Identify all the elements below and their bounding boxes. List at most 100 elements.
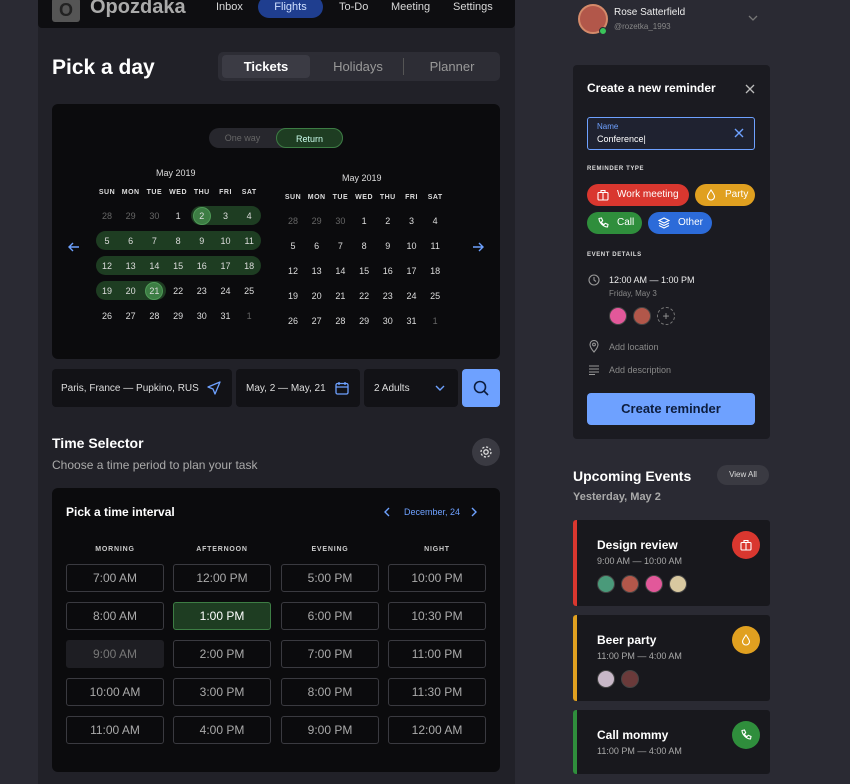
time-slot[interactable]: 11:00 PM (388, 640, 486, 668)
next-date-icon[interactable] (470, 507, 478, 517)
calendar-day[interactable]: 28 (97, 211, 117, 221)
view-all-button[interactable]: View All (717, 465, 769, 485)
tab-planner[interactable]: Planner (408, 52, 496, 81)
tab-holidays[interactable]: Holidays (314, 52, 402, 81)
calendar-day[interactable]: 11 (239, 236, 259, 246)
calendar-day[interactable]: 29 (121, 211, 141, 221)
calendar-day[interactable]: 25 (425, 291, 445, 301)
calendar-day[interactable]: 9 (378, 241, 398, 251)
time-slot[interactable]: 1:00 PM (173, 602, 271, 630)
time-slot[interactable]: 10:00 AM (66, 678, 164, 706)
calendar-day[interactable]: 14 (144, 261, 164, 271)
calendar-day[interactable]: 5 (283, 241, 303, 251)
time-slot[interactable]: 12:00 AM (388, 716, 486, 744)
calendar-day[interactable]: 25 (239, 286, 259, 296)
prev-month-icon[interactable] (68, 242, 80, 252)
calendar-day[interactable]: 12 (283, 266, 303, 276)
calendar-day[interactable]: 12 (97, 261, 117, 271)
calendar-day[interactable]: 28 (283, 216, 303, 226)
calendar-day[interactable]: 3 (402, 216, 422, 226)
tab-tickets[interactable]: Tickets (222, 55, 310, 78)
prev-date-icon[interactable] (383, 507, 391, 517)
time-slot[interactable]: 7:00 PM (281, 640, 379, 668)
nav-inbox[interactable]: Inbox (216, 1, 243, 13)
calendar-day[interactable]: 26 (283, 316, 303, 326)
event-card-beer-party[interactable]: Beer party 11:00 PM — 4:00 AM (573, 615, 770, 701)
search-button[interactable] (462, 369, 500, 407)
calendar-day[interactable]: 4 (239, 211, 259, 221)
calendar-day[interactable]: 13 (121, 261, 141, 271)
nav-settings[interactable]: Settings (453, 1, 493, 13)
calendar-day[interactable]: 8 (168, 236, 188, 246)
calendar-day[interactable]: 22 (354, 291, 374, 301)
time-slot[interactable]: 7:00 AM (66, 564, 164, 592)
calendar-day[interactable]: 24 (216, 286, 236, 296)
guests-select[interactable]: 2 Adults (364, 369, 458, 407)
time-slot[interactable]: 8:00 PM (281, 678, 379, 706)
calendar-day[interactable]: 1 (354, 216, 374, 226)
calendar-day[interactable]: 5 (97, 236, 117, 246)
calendar-day[interactable]: 19 (283, 291, 303, 301)
calendar-day[interactable]: 30 (378, 316, 398, 326)
calendar-day[interactable]: 28 (144, 311, 164, 321)
calendar-day[interactable]: 16 (192, 261, 212, 271)
route-field[interactable]: Paris, France — Pupkino, RUS (52, 369, 232, 407)
calendar-day[interactable]: 24 (402, 291, 422, 301)
calendar-day[interactable]: 2 (378, 216, 398, 226)
calendar-day[interactable]: 27 (121, 311, 141, 321)
nav-todo[interactable]: To-Do (339, 1, 368, 13)
trip-toggle[interactable]: One way Return (209, 128, 343, 148)
calendar-day[interactable]: 23 (378, 291, 398, 301)
calendar-day[interactable]: 27 (307, 316, 327, 326)
calendar-day[interactable]: 15 (354, 266, 374, 276)
calendar-day[interactable]: 6 (121, 236, 141, 246)
nav-meeting[interactable]: Meeting (391, 1, 430, 13)
calendar-day[interactable]: 30 (330, 216, 350, 226)
time-slot[interactable]: 3:00 PM (173, 678, 271, 706)
calendar-day[interactable]: 29 (168, 311, 188, 321)
calendar-day[interactable]: 10 (216, 236, 236, 246)
calendar-day[interactable]: 29 (307, 216, 327, 226)
calendar-day[interactable]: 30 (192, 311, 212, 321)
time-slot[interactable]: 8:00 AM (66, 602, 164, 630)
calendar-day[interactable]: 20 (307, 291, 327, 301)
add-description[interactable]: Add description (609, 365, 671, 375)
time-slot[interactable]: 11:30 PM (388, 678, 486, 706)
time-slot[interactable]: 9:00 AM (66, 640, 164, 668)
calendar-day[interactable]: 28 (330, 316, 350, 326)
calendar-day[interactable]: 18 (425, 266, 445, 276)
add-attendee-icon[interactable]: + (657, 307, 675, 325)
event-card-design-review[interactable]: Design review 9:00 AM — 10:00 AM (573, 520, 770, 606)
calendar-day[interactable]: 14 (330, 266, 350, 276)
calendar-day[interactable]: 22 (168, 286, 188, 296)
time-slot[interactable]: 2:00 PM (173, 640, 271, 668)
calendar-day[interactable]: 2 (192, 211, 212, 221)
clear-icon[interactable] (734, 128, 744, 138)
calendar-day[interactable]: 29 (354, 316, 374, 326)
calendar-day[interactable]: 1 (168, 211, 188, 221)
type-work-meeting[interactable]: Work meeting (587, 184, 689, 206)
calendar-day[interactable]: 9 (192, 236, 212, 246)
calendar-day[interactable]: 7 (144, 236, 164, 246)
calendar-day[interactable]: 18 (239, 261, 259, 271)
dates-field[interactable]: May, 2 — May, 21 (236, 369, 360, 407)
add-location[interactable]: Add location (609, 342, 659, 352)
name-input[interactable]: Name Conference| (587, 117, 755, 150)
calendar-day[interactable]: 8 (354, 241, 374, 251)
calendar-day[interactable]: 31 (216, 311, 236, 321)
time-slot[interactable]: 9:00 PM (281, 716, 379, 744)
calendar-day[interactable]: 7 (330, 241, 350, 251)
calendar-day[interactable]: 11 (425, 241, 445, 251)
time-slot[interactable]: 11:00 AM (66, 716, 164, 744)
close-icon[interactable] (745, 84, 755, 94)
calendar-day[interactable]: 26 (97, 311, 117, 321)
calendar-day[interactable]: 15 (168, 261, 188, 271)
calendar-day[interactable]: 4 (425, 216, 445, 226)
calendar-day[interactable]: 17 (216, 261, 236, 271)
event-card-call-mommy[interactable]: Call mommy 11:00 PM — 4:00 AM (573, 710, 770, 774)
calendar-day[interactable]: 10 (402, 241, 422, 251)
chevron-down-icon[interactable] (748, 15, 758, 22)
time-slot[interactable]: 5:00 PM (281, 564, 379, 592)
calendar-day[interactable]: 16 (378, 266, 398, 276)
time-slot[interactable]: 6:00 PM (281, 602, 379, 630)
